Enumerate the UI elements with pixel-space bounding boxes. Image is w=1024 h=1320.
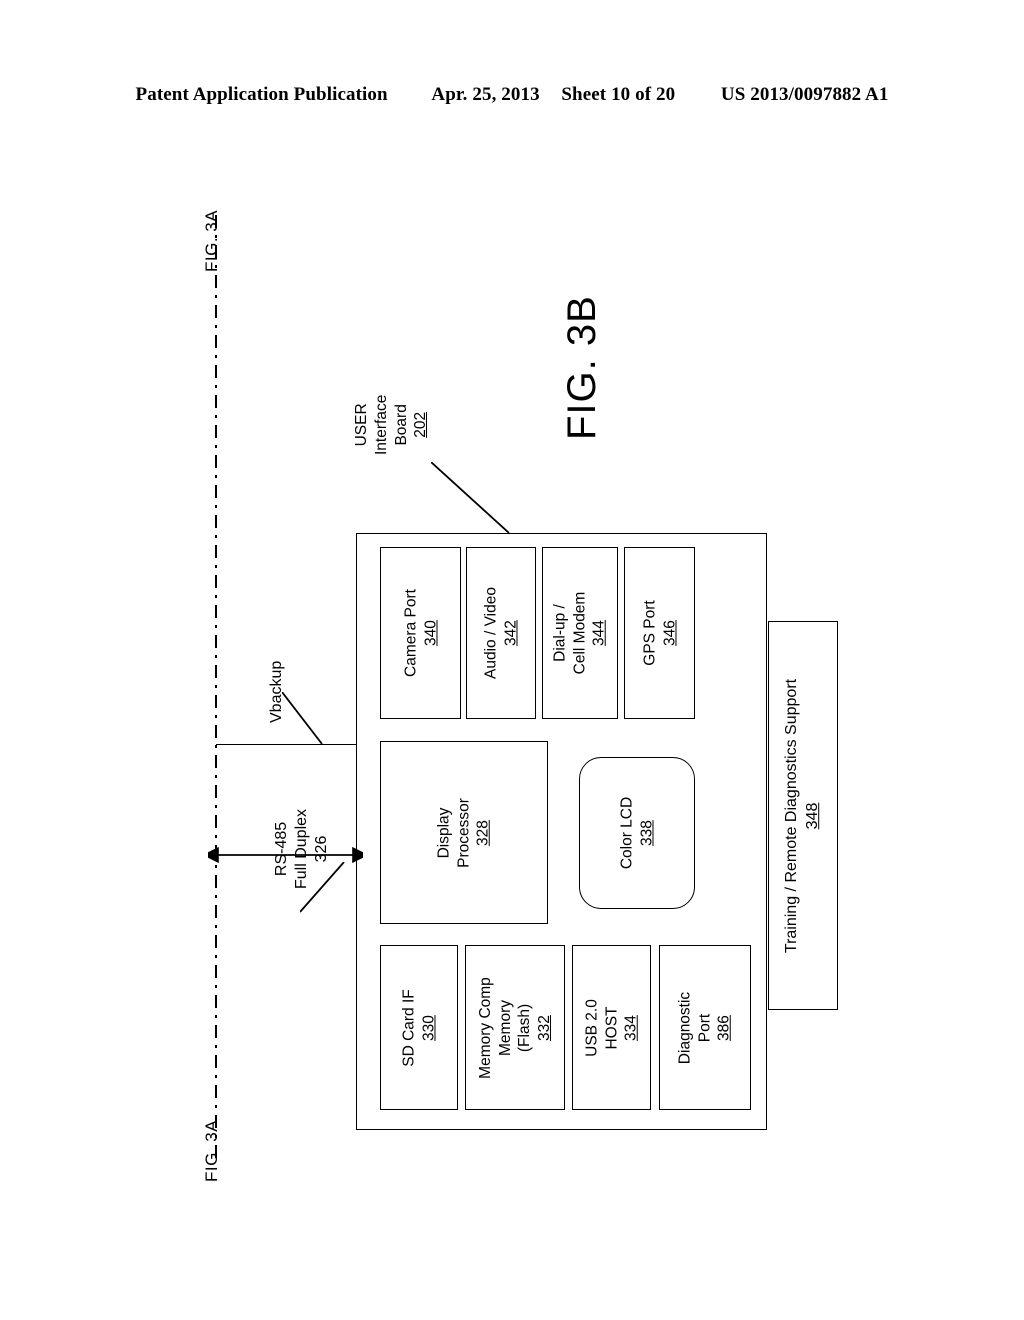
rs485-leader-line (300, 862, 345, 913)
module-flash-memory-text: Memory Comp Memory (Flash) 332 (476, 977, 554, 1079)
module-usb-host-label-line1: USB 2.0 (583, 998, 601, 1057)
module-training-remote-diagnostics-support-reference-number: 348 (804, 802, 821, 829)
module-usb-host-text: USB 2.0 HOST 334 (582, 999, 641, 1057)
module-camera-port[interactable]: Camera Port 340 (380, 547, 461, 719)
module-audio-video-label: Audio / Video (482, 587, 500, 679)
module-color-lcd-reference-number: 338 (638, 820, 655, 846)
module-gps-port-reference-number: 346 (660, 620, 678, 646)
user-interface-board-reference-number: 202 (412, 411, 430, 438)
figure-continuation-label-top: FIG. 3A (202, 209, 221, 272)
module-dialup-cell-modem-label-line2: Cell Modem (571, 591, 589, 675)
module-diagnostic-port-reference-number: 386 (715, 1014, 733, 1041)
figure-section-divider-line (215, 215, 217, 1165)
module-audio-video-reference-number: 342 (502, 620, 519, 646)
module-usb-host-label-line2: HOST (602, 1005, 620, 1050)
module-flash-memory[interactable]: Memory Comp Memory (Flash) 332 (465, 945, 565, 1110)
module-camera-port-text: Camera Port 340 (401, 589, 440, 677)
user-interface-board-callout-line3: Board (392, 404, 410, 446)
header-date-label: Apr. 25, 2013 (431, 84, 540, 105)
module-diagnostic-port-text: Diagnostic Port 386 (676, 991, 735, 1063)
module-display-processor-label-line1: Display (435, 807, 453, 858)
header-publication-label: Patent Application Publication (135, 84, 388, 105)
figure-title: FIG. 3B (560, 295, 604, 440)
module-display-processor-reference-number: 328 (474, 819, 492, 846)
module-diagnostic-port-label-line1: Diagnostic (676, 991, 694, 1064)
user-interface-board-callout: USER Interface Board 202 (352, 395, 431, 455)
module-diagnostic-port[interactable]: Diagnostic Port 386 (659, 945, 751, 1110)
module-display-processor[interactable]: Display Processor 328 (380, 741, 548, 924)
module-display-processor-label-line2: Processor (455, 797, 473, 868)
module-diagnostic-port-label-line2: Port (696, 1013, 714, 1042)
module-gps-port-label: GPS Port (640, 600, 658, 666)
user-interface-board-leader-line (431, 462, 510, 534)
module-usb-host[interactable]: USB 2.0 HOST 334 (572, 945, 651, 1110)
rs485-callout-line1: RS-485 (273, 821, 290, 877)
figure-continuation-label-bottom: FIG. 3A (202, 1119, 221, 1182)
module-usb-host-reference-number: 334 (622, 1014, 640, 1041)
module-audio-video[interactable]: Audio / Video 342 (466, 547, 536, 719)
module-dialup-cell-modem-text: Dial-up / Cell Modem 344 (551, 592, 610, 675)
module-sd-card-interface-reference-number: 330 (420, 1014, 437, 1041)
module-sd-card-interface-text: SD Card IF 330 (399, 989, 438, 1067)
module-audio-video-text: Audio / Video 342 (481, 587, 520, 679)
header-patent-number-label: US 2013/0097882 A1 (720, 84, 889, 105)
module-sd-card-interface-label: SD Card IF (400, 988, 418, 1067)
module-color-lcd[interactable]: Color LCD 338 (579, 757, 695, 909)
module-gps-port[interactable]: GPS Port 346 (624, 547, 695, 719)
vbackup-leader-line (282, 692, 323, 745)
module-training-remote-diagnostics-support[interactable]: Training / Remote Diagnostics Support 34… (768, 621, 838, 1010)
user-interface-board-callout-line1: USER (353, 403, 370, 447)
module-training-remote-diagnostics-support-label: Training / Remote Diagnostics Support (783, 678, 801, 953)
module-sd-card-interface[interactable]: SD Card IF 330 (380, 945, 458, 1110)
header-sheet-label: Sheet 10 of 20 (561, 84, 676, 105)
module-camera-port-label: Camera Port (401, 589, 419, 677)
module-color-lcd-text: Color LCD 338 (617, 797, 656, 869)
module-color-lcd-label: Color LCD (618, 796, 636, 870)
module-flash-memory-label-line2: Memory (496, 999, 514, 1056)
user-interface-board-callout-line2: Interface (372, 394, 390, 455)
module-camera-port-reference-number: 340 (421, 620, 439, 646)
module-dialup-cell-modem-label-line1: Dial-up / (551, 604, 569, 662)
module-flash-memory-label-line1: Memory Comp (476, 976, 494, 1079)
module-dialup-cell-modem-reference-number: 344 (590, 620, 608, 646)
patent-header: Patent Application Publication Apr. 25, … (0, 84, 1024, 106)
module-dialup-cell-modem[interactable]: Dial-up / Cell Modem 344 (542, 547, 618, 719)
module-display-processor-text: Display Processor 328 (435, 798, 494, 868)
module-gps-port-text: GPS Port 346 (640, 600, 679, 665)
module-training-remote-diagnostics-support-text: Training / Remote Diagnostics Support 34… (782, 678, 824, 952)
module-flash-memory-label-line3: (Flash) (516, 1003, 533, 1052)
module-flash-memory-reference-number: 332 (535, 1014, 553, 1041)
